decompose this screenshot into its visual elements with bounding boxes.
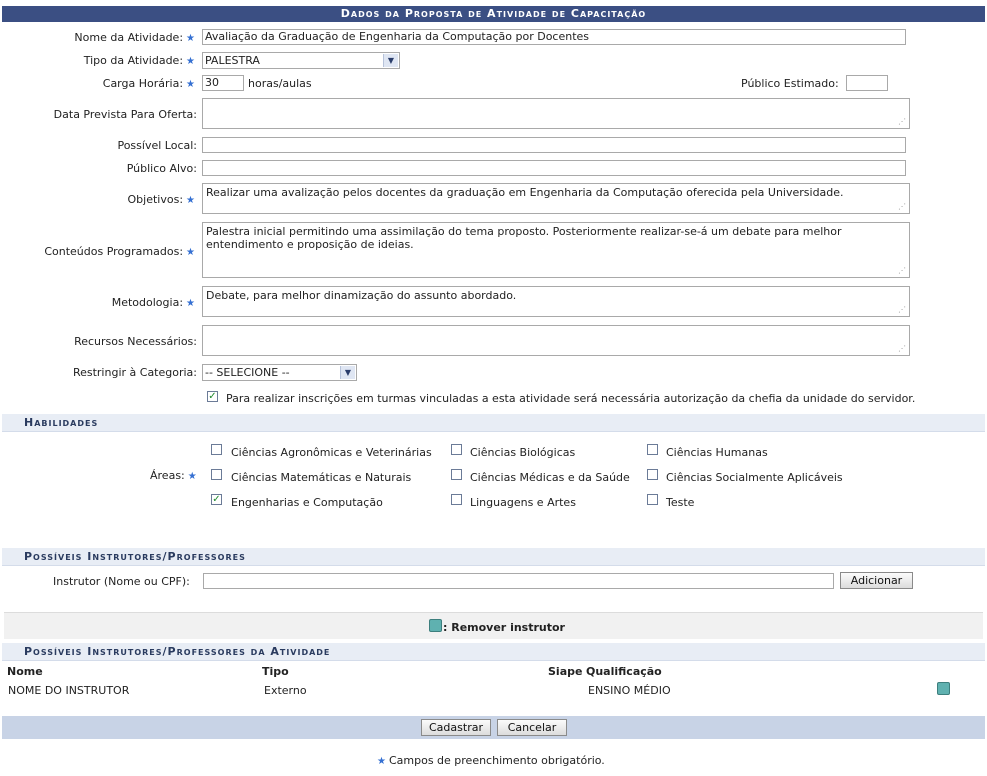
tabela-section-title: Possíveis Instrutores/Professores da Ati… [2, 643, 985, 661]
area-label-linguagens: Linguagens e Artes [470, 496, 576, 509]
resize-grip-icon[interactable]: ⋰ [898, 267, 906, 275]
area-checkbox-biologicas[interactable] [451, 444, 462, 455]
area-checkbox-teste[interactable] [647, 494, 658, 505]
tipo-atividade-value: PALESTRA [205, 54, 260, 67]
required-star-icon: ★ [377, 756, 386, 767]
area-label-engenharias: Engenharias e Computação [231, 496, 383, 509]
nome-atividade-label: Nome da Atividade: ★ [0, 31, 195, 44]
instrutor-label: Instrutor (Nome ou CPF): [53, 575, 190, 588]
instrutor-input[interactable] [203, 573, 834, 589]
tipo-atividade-label-text: Tipo da Atividade: [83, 54, 184, 67]
row-nome: NOME DO INSTRUTOR [8, 684, 130, 697]
nome-atividade-label-text: Nome da Atividade: [74, 31, 184, 44]
area-label-socialmente: Ciências Socialmente Aplicáveis [666, 471, 843, 484]
area-checkbox-socialmente[interactable] [647, 469, 658, 480]
habilidades-section-title: Habilidades [2, 414, 985, 432]
remove-instructor-trash-icon[interactable] [937, 682, 950, 695]
possivel-local-label: Possível Local: [117, 139, 197, 152]
chevron-down-icon: ▼ [383, 54, 398, 67]
nome-atividade-input[interactable]: Avaliação da Graduação de Engenharia da … [202, 29, 906, 45]
trash-icon [429, 619, 442, 632]
col-header-tipo: Tipo [262, 665, 289, 678]
remover-instrutor-legend: : Remover instrutor [443, 621, 565, 634]
form-footer-bar [2, 716, 985, 739]
conteudos-label-text: Conteúdos Programados: [44, 245, 184, 258]
required-star-icon: ★ [187, 471, 197, 482]
metodologia-label: Metodologia: ★ [0, 296, 195, 309]
table-row: NOME DO INSTRUTOR Externo ENSINO MÉDIO [4, 678, 983, 700]
resize-grip-icon[interactable]: ⋰ [898, 203, 906, 211]
area-checkbox-medicas[interactable] [451, 469, 462, 480]
adicionar-button[interactable]: Adicionar [840, 572, 913, 589]
objetivos-label: Objetivos: ★ [0, 193, 195, 206]
metodologia-label-text: Metodologia: [111, 296, 184, 309]
recursos-label: Recursos Necessários: [74, 335, 197, 348]
data-prevista-textarea[interactable]: ⋰ [202, 98, 910, 129]
chevron-down-icon: ▼ [340, 366, 355, 379]
possivel-local-input[interactable] [202, 137, 906, 153]
tipo-atividade-select[interactable]: PALESTRA ▼ [202, 52, 400, 69]
areas-label-text: Áreas: [150, 469, 185, 482]
area-checkbox-engenharias[interactable]: ✓ [211, 494, 222, 505]
instrutores-section-title: Possíveis Instrutores/Professores [2, 548, 985, 566]
cancelar-button[interactable]: Cancelar [497, 719, 567, 736]
area-label-biologicas: Ciências Biológicas [470, 446, 576, 459]
col-header-qualificacao: Qualificação [586, 665, 662, 678]
col-header-nome: Nome [7, 665, 43, 678]
publico-alvo-label: Público Alvo: [126, 162, 197, 175]
row-tipo: Externo [264, 684, 307, 697]
area-label-agronomicas: Ciências Agronômicas e Veterinárias [231, 446, 432, 459]
objetivos-textarea[interactable]: Realizar uma avalização pelos docentes d… [202, 183, 910, 214]
required-star-icon: ★ [186, 195, 195, 206]
area-label-teste: Teste [666, 496, 695, 509]
area-checkbox-linguagens[interactable] [451, 494, 462, 505]
autorizacao-checkbox[interactable]: ✓ [207, 391, 218, 402]
conteudos-textarea[interactable]: Palestra inicial permitindo uma assimila… [202, 222, 910, 278]
data-prevista-label: Data Prevista Para Oferta: [53, 108, 197, 121]
resize-grip-icon[interactable]: ⋰ [898, 345, 906, 353]
form-title: Dados da Proposta de Atividade de Capaci… [2, 6, 985, 22]
metodologia-textarea[interactable]: Debate, para melhor dinamização do assun… [202, 286, 910, 317]
footer-note: ★ Campos de preenchimento obrigatório. [377, 754, 605, 767]
row-qualificacao: ENSINO MÉDIO [588, 684, 671, 697]
carga-horaria-input[interactable]: 30 [202, 75, 244, 91]
area-checkbox-matematicas[interactable] [211, 469, 222, 480]
required-star-icon: ★ [186, 298, 195, 309]
area-checkbox-humanas[interactable] [647, 444, 658, 455]
footer-note-text: Campos de preenchimento obrigatório. [388, 754, 605, 767]
restringir-categoria-select[interactable]: -- SELECIONE -- ▼ [202, 364, 357, 381]
area-checkbox-agronomicas[interactable] [211, 444, 222, 455]
areas-label: Áreas: ★ [150, 469, 197, 482]
recursos-textarea[interactable]: ⋰ [202, 325, 910, 356]
objetivos-label-text: Objetivos: [127, 193, 184, 206]
tipo-atividade-label: Tipo da Atividade: ★ [0, 54, 195, 67]
publico-alvo-input[interactable] [202, 160, 906, 176]
publico-estimado-input[interactable] [846, 75, 888, 91]
col-header-siape: Siape [548, 665, 583, 678]
area-label-humanas: Ciências Humanas [666, 446, 768, 459]
objetivos-value: Realizar uma avalização pelos docentes d… [206, 186, 844, 199]
carga-horaria-unit: horas/aulas [248, 77, 312, 90]
area-label-medicas: Ciências Médicas e da Saúde [470, 471, 630, 484]
autorizacao-text: Para realizar inscrições em turmas vincu… [226, 392, 916, 405]
required-star-icon: ★ [186, 247, 195, 258]
metodologia-value: Debate, para melhor dinamização do assun… [206, 289, 517, 302]
area-label-matematicas: Ciências Matemáticas e Naturais [231, 471, 412, 484]
publico-estimado-label: Público Estimado: [741, 77, 839, 90]
carga-horaria-label: Carga Horária: ★ [0, 77, 195, 90]
carga-horaria-label-text: Carga Horária: [102, 77, 184, 90]
required-star-icon: ★ [186, 56, 195, 67]
required-star-icon: ★ [186, 79, 195, 90]
conteudos-label: Conteúdos Programados: ★ [0, 245, 195, 258]
restringir-categoria-label: Restringir à Categoria: [72, 366, 197, 379]
required-star-icon: ★ [186, 33, 195, 44]
restringir-categoria-value: -- SELECIONE -- [205, 366, 290, 379]
cadastrar-button[interactable]: Cadastrar [421, 719, 491, 736]
resize-grip-icon[interactable]: ⋰ [898, 118, 906, 126]
resize-grip-icon[interactable]: ⋰ [898, 306, 906, 314]
conteudos-value: Palestra inicial permitindo uma assimila… [206, 225, 842, 251]
